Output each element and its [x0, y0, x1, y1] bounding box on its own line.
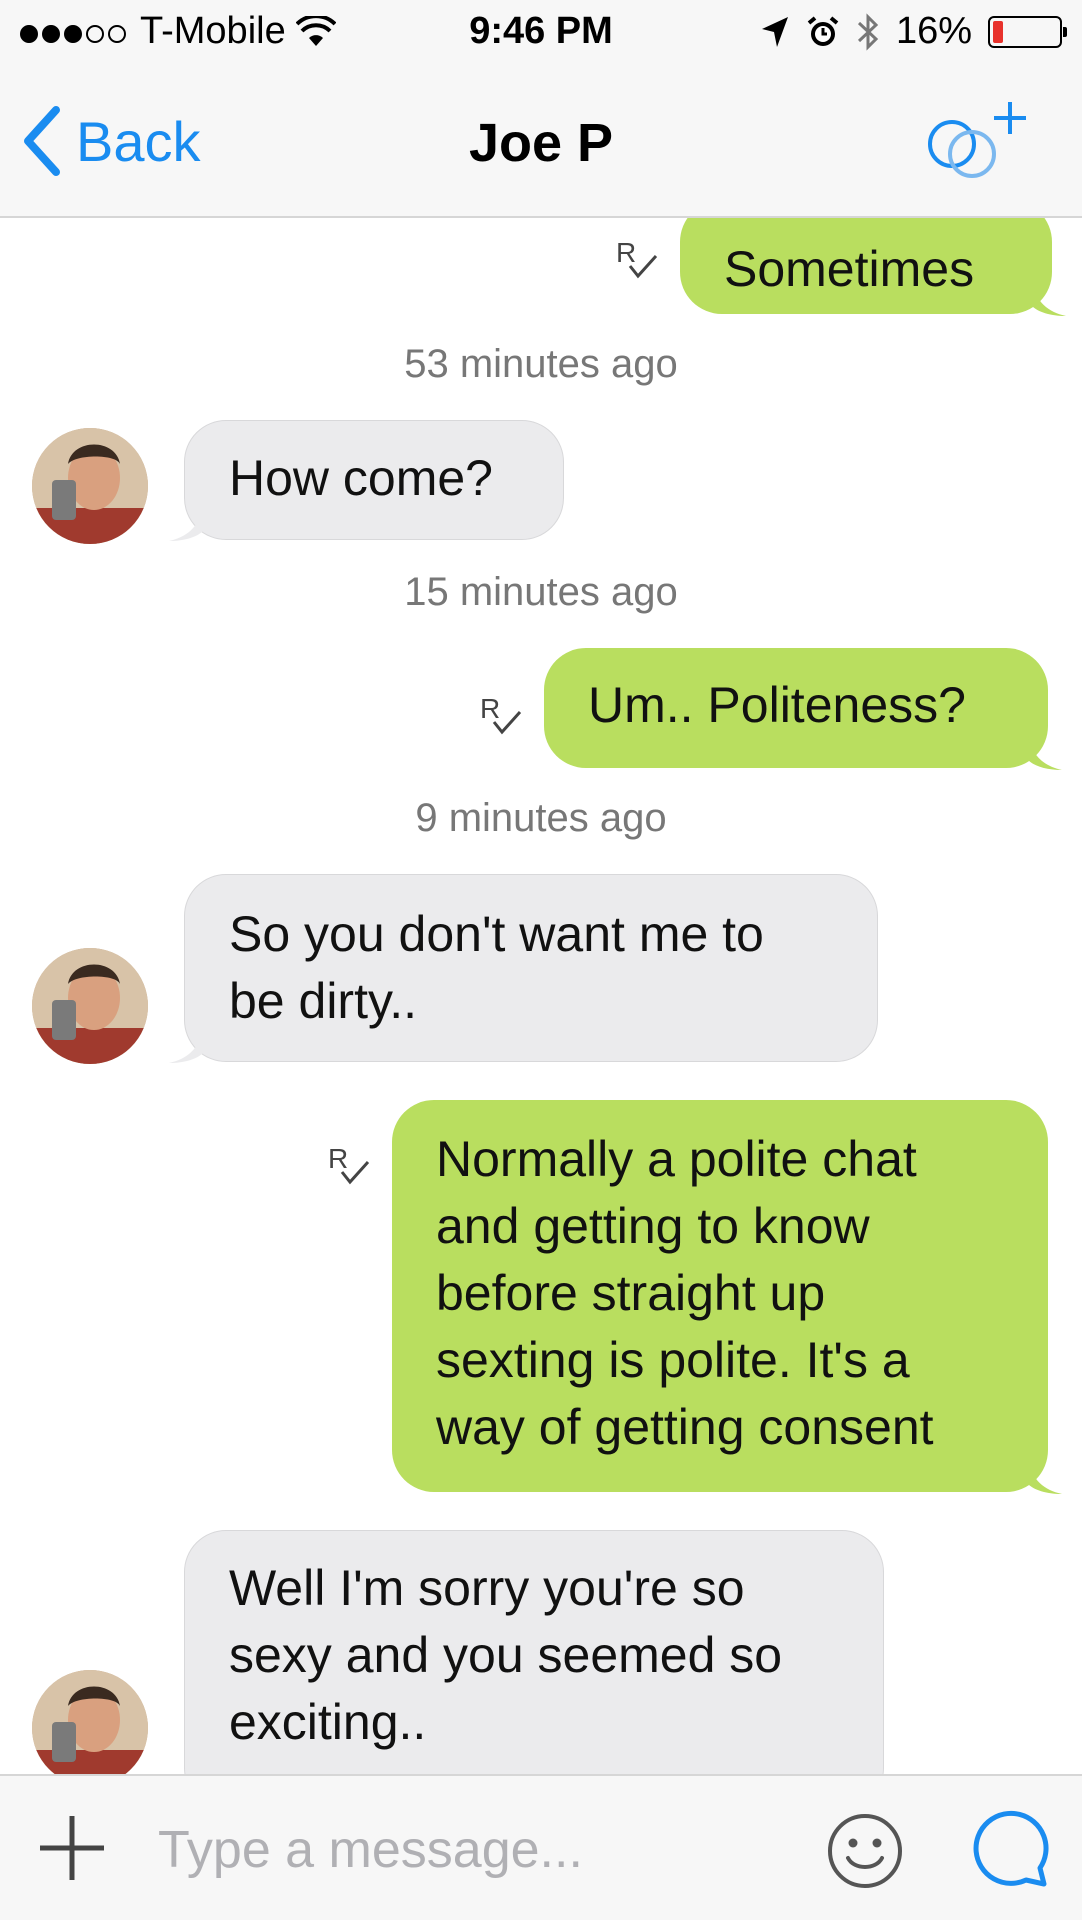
alarm-icon: [807, 15, 839, 46]
emoji-icon[interactable]: [826, 1812, 904, 1890]
message-text-line: and getting to know: [436, 1198, 870, 1254]
avatar-photo: [32, 1670, 148, 1774]
message-text-line: way of getting consent: [436, 1399, 934, 1455]
received-message-bubble[interactable]: How come?: [169, 420, 564, 541]
status-bar: T-Mobile 9:46 PM 16%: [0, 0, 1082, 68]
bubble-tail: [169, 1029, 203, 1063]
bubble-tail: [1028, 736, 1062, 770]
battery-percent: 16%: [895, 10, 972, 52]
message-text: Sometimes: [724, 241, 975, 297]
received-message-bubble[interactable]: So you don't want me to be dirty..: [169, 874, 878, 1063]
battery-level-fill: [993, 20, 1003, 43]
message-timestamp: 9 minutes ago: [415, 796, 667, 840]
back-button[interactable]: Back: [22, 106, 201, 176]
message-text-line: So you don't want me to: [229, 906, 764, 962]
message-text-line: sexting is polite. It's a: [436, 1332, 910, 1388]
sent-message-bubble[interactable]: Um.. Politeness?: [544, 648, 1062, 770]
message-input-bar: [0, 1774, 1082, 1920]
message-text-line: Well I'm sorry you're so: [229, 1560, 745, 1616]
sent-message-bubble[interactable]: Sometimes: [680, 218, 1066, 316]
svg-text:R: R: [328, 1143, 348, 1174]
read-receipt-icon: R: [328, 1143, 370, 1185]
status-right: 16%: [760, 10, 1067, 53]
read-receipt-icon: R: [480, 693, 522, 735]
message-text: Um.. Politeness?: [588, 677, 966, 733]
message-input[interactable]: [156, 1812, 780, 1888]
message-text-line: exciting..: [229, 1694, 427, 1750]
avatar-photo: [32, 948, 148, 1064]
back-label: Back: [76, 109, 201, 173]
bubble-tail: [1028, 1460, 1062, 1494]
add-conversation-icon[interactable]: [922, 96, 1042, 186]
bubble-tail: [169, 507, 203, 541]
message-timestamp: 53 minutes ago: [404, 342, 678, 386]
message-text: How come?: [229, 450, 493, 506]
bubble-tail: [1032, 282, 1066, 316]
svg-text:R: R: [480, 693, 500, 724]
sent-message-bubble[interactable]: Normally a polite chat and getting to kn…: [392, 1100, 1062, 1494]
bluetooth-icon: [857, 12, 879, 51]
message-list[interactable]: R Sometimes 53 minutes ago How come? 15 …: [0, 218, 1082, 1774]
avatar[interactable]: [32, 1670, 148, 1774]
svg-text:R: R: [616, 237, 636, 268]
location-arrow-icon: [761, 16, 788, 47]
message-text-line: be dirty..: [229, 973, 418, 1029]
battery-icon: [988, 15, 1067, 48]
message-text-line: before straight up: [436, 1265, 826, 1321]
nav-bar: Back Joe P: [0, 68, 1082, 218]
message-text-line: Normally a polite chat: [436, 1131, 917, 1187]
message-timestamp: 15 minutes ago: [404, 570, 678, 614]
chevron-left-icon: [24, 106, 60, 176]
avatar[interactable]: [32, 948, 148, 1064]
read-receipt-icon: R: [616, 237, 658, 279]
add-attachment-icon[interactable]: [36, 1812, 108, 1884]
received-message-bubble[interactable]: Well I'm sorry you're so sexy and you se…: [184, 1530, 884, 1774]
message-text-line: sexy and you seemed so: [229, 1627, 783, 1683]
avatar[interactable]: [32, 428, 148, 544]
avatar-photo: [32, 428, 148, 544]
send-message-icon[interactable]: [968, 1808, 1050, 1890]
